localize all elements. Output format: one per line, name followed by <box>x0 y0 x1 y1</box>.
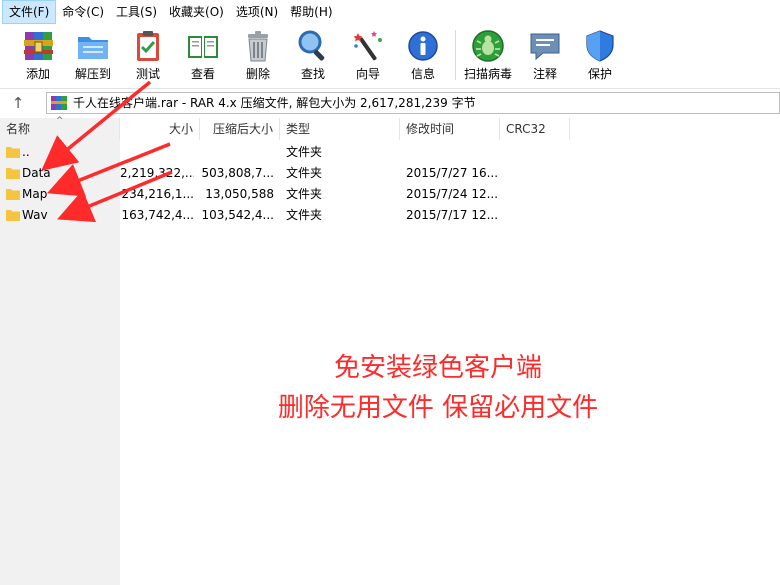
sort-ascending-icon: ^ <box>56 116 64 126</box>
column-header-type[interactable]: 类型 <box>280 118 400 140</box>
annotation-line-2: 删除无用文件 保留必用文件 <box>277 393 599 423</box>
column-header-name-label: 名称 <box>6 122 31 136</box>
address-field[interactable]: 千人在线客户端.rar - RAR 4.x 压缩文件, 解包大小为 2,617,… <box>46 92 780 114</box>
wizard-button[interactable]: 向导 <box>340 26 396 84</box>
wizard-label: 向导 <box>355 67 380 81</box>
menu-favorites[interactable]: 收藏夹(O) <box>163 1 230 23</box>
add-archive-icon <box>24 32 53 60</box>
file-type: 文件夹 <box>286 208 323 222</box>
list-item[interactable]: Map 234,216,1... 13,050,588 文件夹 2015/7/2… <box>0 184 780 205</box>
file-modified: 2015/7/17 12... <box>406 208 498 222</box>
comment-icon <box>530 33 560 61</box>
file-name: Data <box>22 166 51 180</box>
toolbar-separator <box>455 30 456 80</box>
test-button[interactable]: 测试 <box>120 26 176 84</box>
test-clipboard-icon <box>137 31 159 61</box>
file-size: 2,219,322,... <box>120 166 194 180</box>
view-button[interactable]: 查看 <box>175 26 231 84</box>
address-bar: ↑ 千人在线客户端.rar - RAR 4.x 压缩文件, 解包大小为 2,61… <box>0 88 780 116</box>
folder-icon <box>6 168 20 179</box>
list-item[interactable]: .. 文件夹 <box>0 142 780 163</box>
delete-label: 删除 <box>245 67 270 81</box>
menu-options[interactable]: 选项(N) <box>230 1 284 23</box>
wizard-wand-icon <box>353 31 382 61</box>
column-header-crc[interactable]: CRC32 <box>500 118 570 140</box>
extract-label: 解压到 <box>74 67 111 81</box>
extract-folder-icon <box>78 37 108 59</box>
file-modified <box>406 142 498 163</box>
column-header-packed[interactable]: 压缩后大小 <box>200 118 280 140</box>
add-label: 添加 <box>25 67 50 81</box>
file-name: Map <box>22 187 48 201</box>
find-button[interactable]: 查找 <box>285 26 341 84</box>
file-name: .. <box>22 145 30 159</box>
file-packed-size: 503,808,7... <box>201 166 274 180</box>
file-type: 文件夹 <box>286 187 323 201</box>
virus-scan-label: 扫描病毒 <box>463 67 512 81</box>
menu-command[interactable]: 命令(C) <box>56 1 110 23</box>
view-label: 查看 <box>190 67 215 81</box>
file-packed-size: 103,542,4... <box>201 208 274 222</box>
magnifier-icon <box>298 30 325 61</box>
column-header-name[interactable]: 名称 ^ <box>0 116 120 140</box>
file-size <box>120 142 194 163</box>
comment-button[interactable]: 注释 <box>517 26 573 84</box>
add-button[interactable]: 添加 <box>10 26 66 84</box>
toolbar: 添加 解压到 测试 查看 删除 查找 向导 信息 扫描病毒 注释 保护 <box>0 24 780 86</box>
extract-button[interactable]: 解压到 <box>65 26 121 84</box>
file-packed-size: 13,050,588 <box>205 187 274 201</box>
file-name: Wav <box>22 208 48 222</box>
comment-label: 注释 <box>532 67 557 81</box>
column-header-size[interactable]: 大小 <box>120 118 200 140</box>
menu-bar: 文件(F) 命令(C) 工具(S) 收藏夹(O) 选项(N) 帮助(H) <box>0 0 780 24</box>
info-icon <box>408 31 438 61</box>
file-type: 文件夹 <box>286 166 323 180</box>
folder-icon <box>6 189 20 200</box>
info-label: 信息 <box>410 67 435 81</box>
protect-button[interactable]: 保护 <box>572 26 628 84</box>
info-button[interactable]: 信息 <box>395 26 451 84</box>
delete-button[interactable]: 删除 <box>230 26 286 84</box>
folder-icon <box>6 210 20 221</box>
menu-tools[interactable]: 工具(S) <box>110 1 163 23</box>
list-item[interactable]: Data 2,219,322,... 503,808,7... 文件夹 2015… <box>0 163 780 184</box>
find-label: 查找 <box>300 67 325 81</box>
folder-icon <box>6 147 20 158</box>
virus-scan-icon <box>472 30 504 62</box>
address-path: 千人在线客户端.rar - RAR 4.x 压缩文件, 解包大小为 2,617,… <box>73 96 476 110</box>
rar-archive-icon <box>51 96 67 110</box>
shield-icon <box>586 30 614 62</box>
annotation-line-1: 免安装绿色客户端 <box>333 353 542 383</box>
menu-help[interactable]: 帮助(H) <box>284 1 338 23</box>
file-type: 文件夹 <box>286 145 323 159</box>
trash-icon <box>248 31 268 62</box>
protect-label: 保护 <box>587 67 612 81</box>
file-modified: 2015/7/27 16... <box>406 166 498 180</box>
file-packed-size <box>200 142 274 163</box>
file-size: 234,216,1... <box>121 187 194 201</box>
up-folder-button[interactable]: ↑ <box>8 93 28 113</box>
menu-file[interactable]: 文件(F) <box>2 0 57 24</box>
test-label: 测试 <box>135 67 160 81</box>
column-header-modified[interactable]: 修改时间 <box>400 118 500 140</box>
virus-scan-button[interactable]: 扫描病毒 <box>460 26 516 84</box>
file-modified: 2015/7/24 12... <box>406 187 498 201</box>
view-book-icon <box>188 36 218 58</box>
file-size: 163,742,4... <box>121 208 194 222</box>
list-item[interactable]: Wav 163,742,4... 103,542,4... 文件夹 2015/7… <box>0 205 780 226</box>
